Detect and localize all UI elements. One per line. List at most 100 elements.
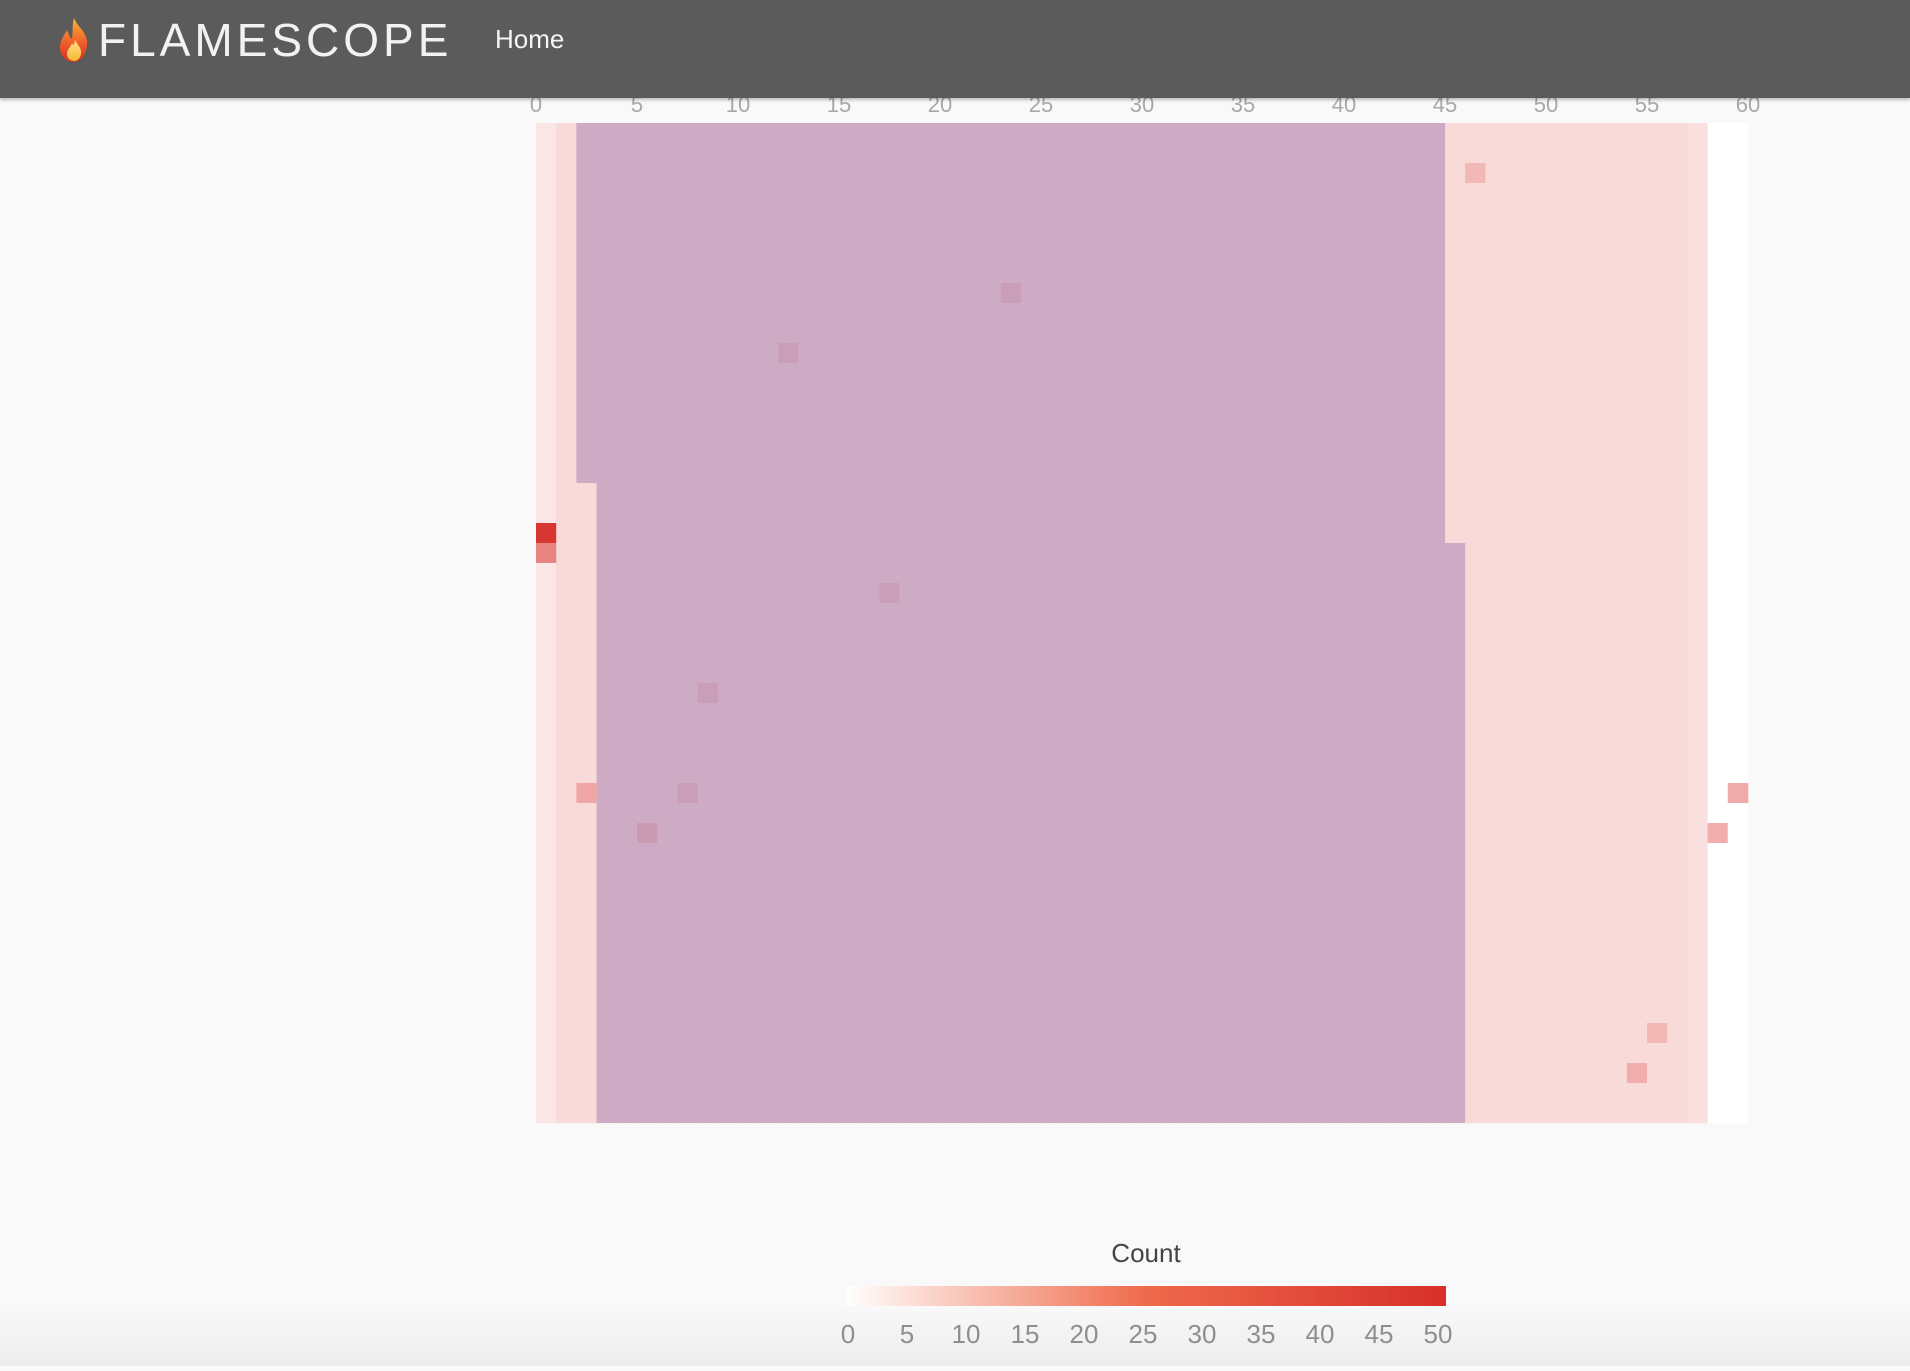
- heatmap-cell[interactable]: [1566, 803, 1587, 824]
- heatmap-cell[interactable]: [1727, 563, 1749, 584]
- heatmap-cell[interactable]: [1606, 163, 1628, 184]
- heatmap-cell[interactable]: [1465, 263, 1486, 284]
- heatmap-cell[interactable]: [1566, 1043, 1587, 1064]
- heatmap-cell[interactable]: [1707, 143, 1729, 164]
- heatmap-cell[interactable]: [1647, 1083, 1668, 1104]
- heatmap-cell[interactable]: [1566, 203, 1587, 224]
- heatmap-cell[interactable]: [556, 803, 577, 824]
- heatmap-cell[interactable]: [1505, 763, 1527, 784]
- heatmap-cell[interactable]: [1606, 423, 1628, 444]
- heatmap-cell[interactable]: [1445, 203, 1466, 224]
- heatmap-cell[interactable]: [536, 663, 557, 684]
- heatmap-cell[interactable]: [1485, 543, 1506, 564]
- heatmap-cell[interactable]: [1667, 723, 1688, 744]
- heatmap-cell[interactable]: [1647, 463, 1668, 484]
- heatmap-cell[interactable]: [1667, 983, 1688, 1004]
- heatmap-cell[interactable]: [1566, 323, 1587, 344]
- heatmap-cell[interactable]: [536, 303, 557, 324]
- heatmap-cell[interactable]: [1626, 443, 1648, 464]
- heatmap-cell[interactable]: [1485, 863, 1506, 884]
- heatmap-cell[interactable]: [1445, 223, 1466, 244]
- heatmap-cell[interactable]: [1707, 183, 1729, 204]
- heatmap-cell[interactable]: [1667, 783, 1688, 804]
- heatmap-cell[interactable]: [1606, 1083, 1628, 1104]
- heatmap-cell[interactable]: [1647, 243, 1668, 264]
- heatmap-cell[interactable]: [1626, 143, 1648, 164]
- heatmap-cell[interactable]: [1626, 263, 1648, 284]
- heatmap-cell[interactable]: [1707, 783, 1729, 804]
- heatmap-cell[interactable]: [1707, 283, 1729, 304]
- heatmap-cell[interactable]: [1505, 943, 1527, 964]
- heatmap-cell[interactable]: [1566, 823, 1587, 844]
- heatmap-cell[interactable]: [536, 163, 557, 184]
- heatmap-cell[interactable]: [1667, 223, 1688, 244]
- heatmap-cell[interactable]: [1525, 903, 1547, 924]
- heatmap-cell[interactable]: [536, 763, 557, 784]
- heatmap-cell[interactable]: [1566, 423, 1587, 444]
- heatmap-cell[interactable]: [1485, 263, 1506, 284]
- heatmap-cell[interactable]: [1505, 723, 1527, 744]
- heatmap-cell[interactable]: [1546, 723, 1567, 744]
- heatmap-cell[interactable]: [1647, 803, 1668, 824]
- heatmap-cell[interactable]: [576, 583, 597, 604]
- heatmap-cell[interactable]: [1566, 383, 1587, 404]
- heatmap-cell[interactable]: [1687, 1103, 1708, 1124]
- heatmap-cell[interactable]: [536, 563, 557, 584]
- heatmap-cell[interactable]: [1626, 1043, 1648, 1064]
- heatmap-cell[interactable]: [1727, 1083, 1749, 1104]
- heatmap-cell[interactable]: [1687, 383, 1708, 404]
- heatmap-cell[interactable]: [1485, 1063, 1506, 1084]
- heatmap-cell[interactable]: [1505, 163, 1527, 184]
- heatmap-cell[interactable]: [1687, 583, 1708, 604]
- heatmap-cell[interactable]: [1465, 203, 1486, 224]
- heatmap-cell[interactable]: [1546, 963, 1567, 984]
- heatmap-cell[interactable]: [1546, 563, 1567, 584]
- heatmap-cell[interactable]: [1546, 663, 1567, 684]
- heatmap-cell[interactable]: [1667, 963, 1688, 984]
- heatmap-cell[interactable]: [1546, 203, 1567, 224]
- heatmap-cell[interactable]: [556, 643, 577, 664]
- heatmap-cell[interactable]: [1667, 763, 1688, 784]
- heatmap-cell[interactable]: [536, 423, 557, 444]
- heatmap-cell[interactable]: [1727, 1003, 1749, 1024]
- heatmap-cell[interactable]: [1626, 763, 1648, 784]
- heatmap-cell[interactable]: [1606, 223, 1628, 244]
- heatmap-cell[interactable]: [536, 643, 557, 664]
- heatmap-cell[interactable]: [1727, 783, 1749, 804]
- heatmap-cell[interactable]: [1667, 663, 1688, 684]
- heatmap-cell[interactable]: [1707, 463, 1729, 484]
- heatmap-cell[interactable]: [1667, 843, 1688, 864]
- heatmap-cell[interactable]: [556, 983, 577, 1004]
- heatmap-cell[interactable]: [556, 243, 577, 264]
- heatmap-cell[interactable]: [556, 1083, 577, 1104]
- heatmap-cell[interactable]: [1465, 903, 1486, 924]
- heatmap-cell[interactable]: [1566, 543, 1587, 564]
- heatmap-cell[interactable]: [1687, 983, 1708, 1004]
- heatmap-cell[interactable]: [1465, 363, 1486, 384]
- heatmap-cell[interactable]: [556, 1103, 577, 1124]
- heatmap-cell[interactable]: [536, 463, 557, 484]
- heatmap-cell[interactable]: [1647, 823, 1668, 844]
- heatmap-cell[interactable]: [536, 143, 557, 164]
- heatmap-cell[interactable]: [1505, 1003, 1527, 1024]
- heatmap-cell[interactable]: [1505, 963, 1527, 984]
- heatmap-cell[interactable]: [1606, 943, 1628, 964]
- heatmap-cell[interactable]: [1727, 663, 1749, 684]
- heatmap-cell[interactable]: [576, 983, 597, 1004]
- heatmap-cell[interactable]: [1505, 183, 1527, 204]
- heatmap-cell[interactable]: [536, 603, 557, 624]
- heatmap-cell[interactable]: [1485, 803, 1506, 824]
- heatmap-cell[interactable]: [1546, 1003, 1567, 1024]
- heatmap-cell[interactable]: [1606, 843, 1628, 864]
- heatmap-cell[interactable]: [1687, 623, 1708, 644]
- heatmap-cell[interactable]: [1667, 183, 1688, 204]
- heatmap-cell[interactable]: [1647, 283, 1668, 304]
- heatmap-cell[interactable]: [1465, 943, 1486, 964]
- heatmap-cell[interactable]: [1626, 903, 1648, 924]
- heatmap-cell[interactable]: [1687, 503, 1708, 524]
- heatmap-cell[interactable]: [1586, 503, 1607, 524]
- heatmap-cell[interactable]: [1586, 383, 1607, 404]
- heatmap-cell[interactable]: [556, 363, 577, 384]
- heatmap-cell[interactable]: [1687, 123, 1708, 144]
- heatmap-cell[interactable]: [1626, 783, 1648, 804]
